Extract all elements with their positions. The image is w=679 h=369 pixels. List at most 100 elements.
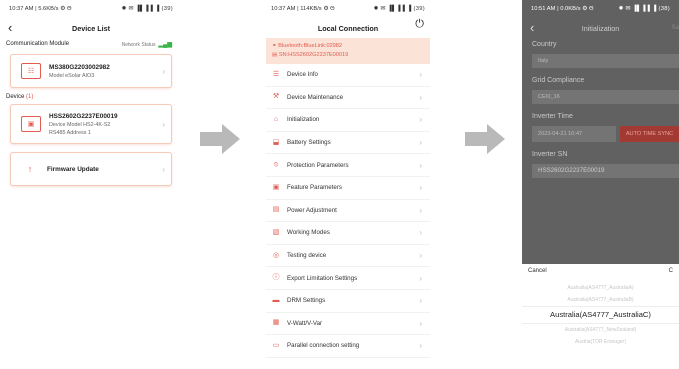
comm-module-section: Communication Module Network Status ▂▄▆ bbox=[0, 38, 182, 50]
chevron-right-icon: › bbox=[419, 228, 422, 238]
local-connection-screen: 10:37 AM | 114KB/s ⚙ Θ ✹ ✉ ▐▌▐ ▌▐ (39) L… bbox=[262, 0, 434, 369]
status-left: 10:37 AM | 5.6KB/s ⚙ Θ bbox=[9, 6, 72, 12]
country-label: Country bbox=[532, 41, 557, 48]
picker-option[interactable]: Australia(AS4777_AustraliaC) bbox=[522, 306, 679, 324]
chevron-right-icon: › bbox=[419, 273, 422, 283]
menu-item[interactable]: ▦ V-Watt/V-Var › bbox=[266, 313, 430, 336]
menu-item-label: Working Modes bbox=[287, 229, 330, 237]
menu-item-label: Power Adjustment bbox=[287, 206, 337, 214]
upload-icon: ↑ bbox=[27, 164, 33, 174]
power-icon[interactable]: ⏻ bbox=[415, 18, 424, 31]
bluetooth-icon: ⚭ bbox=[272, 43, 277, 49]
chevron-right-icon: › bbox=[419, 205, 422, 215]
chevron-right-icon: › bbox=[419, 70, 422, 80]
menu-item[interactable]: ▬ DRM Settings › bbox=[266, 290, 430, 313]
status-bar: 10:37 AM | 114KB/s ⚙ Θ ✹ ✉ ▐▌▐ ▌▐ (39) bbox=[262, 0, 434, 18]
bluetooth-name: Bluetooth:BlueLink:02982 bbox=[278, 43, 343, 49]
confirm-button[interactable]: C bbox=[669, 268, 673, 274]
grid-compliance-field[interactable]: CEI0_16 bbox=[532, 90, 679, 104]
serial-number: SN:HSS2602G2237E00019 bbox=[278, 52, 349, 58]
flow-arrow-icon bbox=[465, 124, 505, 154]
inverter-time-label: Inverter Time bbox=[532, 113, 573, 120]
picker-option[interactable]: Austria(TOR Erzeuger) bbox=[522, 336, 679, 348]
menu-item[interactable]: ⚒ Device Maintenance › bbox=[266, 87, 430, 110]
menu-item[interactable]: ▭ Parallel connection setting › bbox=[266, 335, 430, 358]
picker-option[interactable]: Australia(AS4777_NewZealand) bbox=[522, 324, 679, 336]
chevron-right-icon: › bbox=[162, 164, 165, 174]
protection-icon: ⦸ bbox=[273, 161, 279, 169]
device-count: (1) bbox=[26, 94, 34, 100]
wrench-icon: ⚒ bbox=[272, 93, 280, 101]
menu-item-label: V-Watt/V-Var bbox=[287, 319, 323, 327]
export-limit-icon: ⓘ bbox=[272, 274, 280, 282]
inverter-sn-field: HSS2602G2237E00019 bbox=[532, 164, 679, 178]
cancel-button[interactable]: Cancel bbox=[528, 268, 547, 274]
menu-item[interactable]: ☰ Device Info › bbox=[266, 64, 430, 87]
menu-item-label: Protection Parameters bbox=[287, 161, 349, 169]
feature-icon: ▣ bbox=[272, 183, 280, 191]
inverter-icon: ▣ bbox=[21, 116, 41, 132]
menu-item-label: Device Info bbox=[287, 71, 318, 79]
power-adjust-icon: ▤ bbox=[272, 206, 280, 214]
menu-item[interactable]: ⓘ Export Limitation Settings › bbox=[266, 267, 430, 290]
chevron-right-icon: › bbox=[419, 251, 422, 261]
grid-compliance-label: Grid Compliance bbox=[532, 77, 585, 84]
status-right: ✹ ✉ ▐▌▐ ▌▐ (38) bbox=[618, 6, 670, 12]
signal-icon: ▂▄▆ bbox=[158, 41, 172, 48]
status-left: 10:51 AM | 0.0KB/s ⚙ Θ bbox=[531, 6, 594, 12]
menu-item[interactable]: ▣ Feature Parameters › bbox=[266, 177, 430, 200]
initialization-screen: 10:51 AM | 0.0KB/s ⚙ Θ ✹ ✉ ▐▌▐ ▌▐ (38) ‹… bbox=[522, 0, 679, 369]
menu-item[interactable]: ▤ Power Adjustment › bbox=[266, 200, 430, 223]
page-title: Local Connection bbox=[317, 23, 379, 33]
comm-module-card[interactable]: ☷ MS380G2203002982 Model eSolar AIO3 › bbox=[10, 54, 172, 88]
sn-icon: ▤ bbox=[272, 52, 278, 58]
chevron-right-icon: › bbox=[162, 66, 165, 76]
chevron-right-icon: › bbox=[419, 296, 422, 306]
menu-item[interactable]: ⦸ Protection Parameters › bbox=[266, 154, 430, 177]
menu-item[interactable]: ◎ Testing device › bbox=[266, 245, 430, 268]
back-icon[interactable]: ‹ bbox=[8, 20, 12, 36]
picker-option[interactable]: Australia(AS4777_AustraliaB) bbox=[522, 294, 679, 306]
status-bar: 10:37 AM | 5.6KB/s ⚙ Θ ✹ ✉ ▐▌▐ ▌▐ (39) bbox=[0, 0, 182, 18]
auto-time-sync-button[interactable]: AUTO TIME SYNC bbox=[620, 126, 679, 142]
chevron-right-icon: › bbox=[419, 138, 422, 148]
inverter-time-field[interactable]: 2023-04-21 10:47 bbox=[532, 126, 616, 142]
device-label: Device bbox=[6, 94, 25, 100]
battery-icon: ⬓ bbox=[272, 138, 280, 146]
back-icon[interactable]: ‹ bbox=[530, 20, 534, 36]
menu-item[interactable]: ▧ Working Modes › bbox=[266, 222, 430, 245]
menu-item-label: Parallel connection setting bbox=[287, 342, 360, 350]
network-status-label: Network Status bbox=[121, 41, 156, 48]
picker-wheel[interactable]: Australia(AS4777_AustraliaA) Australia(AS… bbox=[522, 282, 679, 348]
page-title: Initialization bbox=[581, 23, 620, 33]
header: Local Connection ⏻ bbox=[262, 18, 434, 38]
menu-item-label: Testing device bbox=[287, 252, 327, 260]
inverter-sn-label: Inverter SN bbox=[532, 151, 568, 158]
country-field[interactable]: Italy bbox=[532, 54, 679, 68]
chevron-right-icon: › bbox=[419, 92, 422, 102]
inverter-time-row: 2023-04-21 10:47 AUTO TIME SYNC bbox=[532, 126, 679, 142]
device-card[interactable]: ▣ HSS2602G2237E00019 Device Model HS2-4K… bbox=[10, 104, 172, 144]
device-serial: HSS2602G2237E00019 bbox=[49, 112, 118, 120]
chevron-right-icon: › bbox=[162, 119, 165, 129]
menu-item-label: Device Maintenance bbox=[287, 93, 344, 101]
header: ‹ Initialization Sa bbox=[522, 18, 679, 38]
menu-item[interactable]: ⌂ Initialization › bbox=[266, 109, 430, 132]
device-info-icon: ☰ bbox=[272, 70, 280, 78]
status-bar: 10:51 AM | 0.0KB/s ⚙ Θ ✹ ✉ ▐▌▐ ▌▐ (38) bbox=[522, 0, 679, 18]
working-modes-icon: ▧ bbox=[272, 228, 280, 236]
picker-option[interactable]: Australia(AS4777_AustraliaA) bbox=[522, 282, 679, 294]
menu-item-label: Initialization bbox=[287, 116, 320, 124]
parallel-icon: ▭ bbox=[272, 341, 280, 349]
drm-icon: ▬ bbox=[272, 296, 280, 304]
device-list-screen: 10:37 AM | 5.6KB/s ⚙ Θ ✹ ✉ ▐▌▐ ▌▐ (39) ‹… bbox=[0, 0, 182, 369]
menu-item-label: Export Limitation Settings bbox=[287, 274, 358, 282]
menu-item[interactable]: ⬓ Battery Settings › bbox=[266, 132, 430, 155]
picker-sheet: Cancel C Australia(AS4777_AustraliaA) Aus… bbox=[522, 264, 679, 369]
chevron-right-icon: › bbox=[419, 115, 422, 125]
status-right: ✹ ✉ ▐▌▐ ▌▐ (39) bbox=[121, 6, 173, 12]
firmware-update-card[interactable]: ↑ Firmware Update › bbox=[10, 152, 172, 186]
header: ‹ Device List bbox=[0, 18, 182, 38]
menu-item-label: Battery Settings bbox=[287, 139, 331, 147]
save-button[interactable]: Sa bbox=[672, 25, 679, 31]
